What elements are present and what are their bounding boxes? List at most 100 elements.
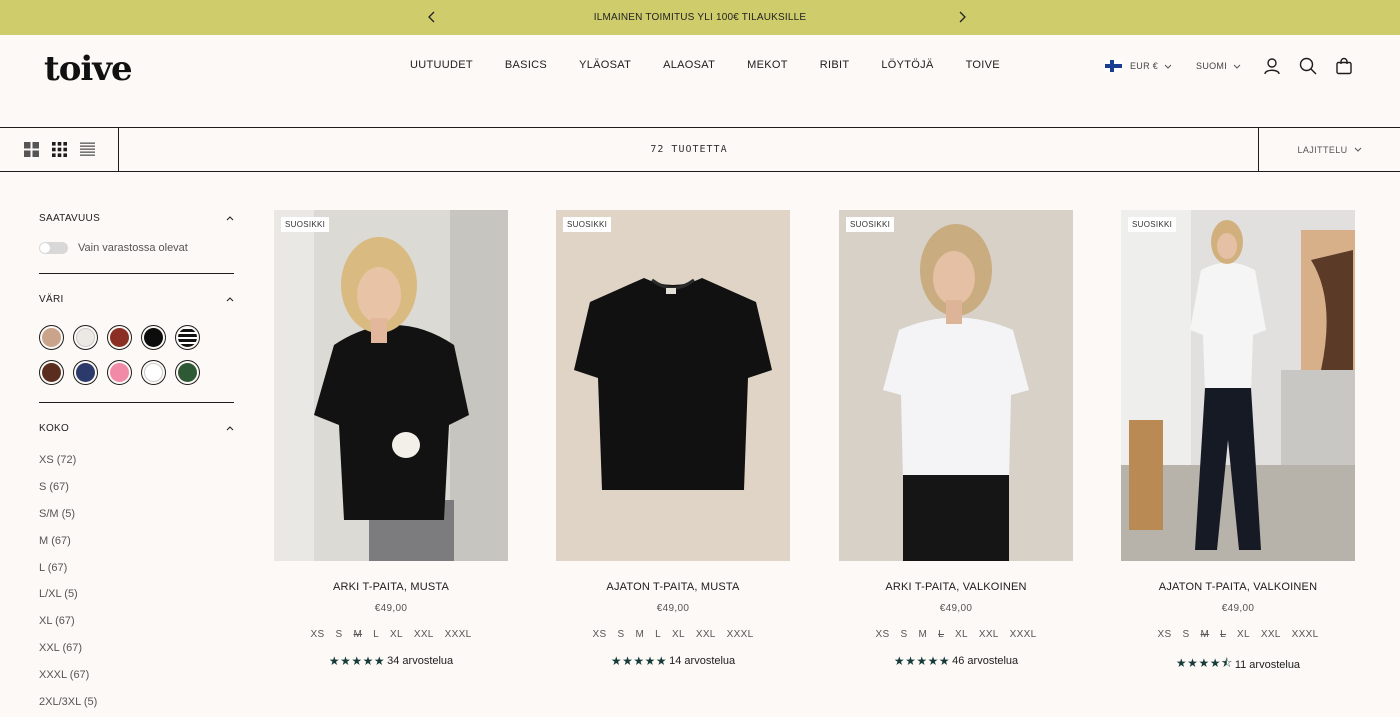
logo[interactable]: toive xyxy=(44,49,133,89)
list-view-icon[interactable] xyxy=(80,142,95,157)
size-option[interactable]: L xyxy=(655,629,661,640)
product-name[interactable]: AJATON T-PAITA, MUSTA xyxy=(556,581,790,593)
size-option[interactable]: S xyxy=(336,629,343,640)
size-option[interactable]: L xyxy=(1220,629,1226,640)
currency-selector[interactable]: EUR € xyxy=(1105,60,1172,72)
size-option[interactable]: XL xyxy=(672,629,685,640)
size-option[interactable]: XXL xyxy=(1261,629,1281,640)
size-option[interactable]: XS xyxy=(311,629,325,640)
size-option[interactable]: M xyxy=(353,629,362,640)
filter-color-header[interactable]: VÄRI xyxy=(39,294,234,305)
color-swatches xyxy=(39,325,234,385)
product-card[interactable]: SUOSIKKI AJATON T-PAITA, VALKOINEN €49,0… xyxy=(1121,210,1355,675)
color-swatch[interactable] xyxy=(175,325,200,350)
size-option[interactable]: L xyxy=(373,629,379,640)
color-swatch[interactable] xyxy=(141,360,166,385)
size-option[interactable]: XXL xyxy=(414,629,434,640)
filter-size-header[interactable]: KOKO xyxy=(39,423,234,434)
product-name[interactable]: AJATON T-PAITA, VALKOINEN xyxy=(1121,581,1355,593)
next-announcement-icon[interactable] xyxy=(953,8,971,26)
size-option[interactable]: XL xyxy=(390,629,403,640)
product-image[interactable]: SUOSIKKI xyxy=(839,210,1073,561)
size-option[interactable]: XL xyxy=(1237,629,1250,640)
size-option[interactable]: XXXL xyxy=(1010,629,1037,640)
review-count[interactable]: 11 arvostelua xyxy=(1235,659,1300,671)
cart-icon[interactable] xyxy=(1335,57,1353,75)
size-option[interactable]: M xyxy=(918,629,927,640)
size-option[interactable]: M xyxy=(1200,629,1209,640)
color-swatch[interactable] xyxy=(141,325,166,350)
color-swatch[interactable] xyxy=(73,360,98,385)
size-filter-option[interactable]: XL (67) xyxy=(39,608,234,635)
color-swatch[interactable] xyxy=(107,325,132,350)
nav-ylaosat[interactable]: YLÄOSAT xyxy=(579,59,631,71)
product-rating: ★★★★★ 46 arvostelua xyxy=(839,654,1073,668)
size-filter-option[interactable]: XXL (67) xyxy=(39,635,234,662)
sort-dropdown[interactable]: LAJITTELU xyxy=(1258,128,1400,171)
size-filter-option[interactable]: S (67) xyxy=(39,474,234,501)
size-option[interactable]: XXL xyxy=(979,629,999,640)
size-option[interactable]: XXXL xyxy=(1292,629,1319,640)
size-option[interactable]: S xyxy=(618,629,625,640)
grid-small-icon[interactable] xyxy=(52,142,67,157)
size-filter-option[interactable]: XXXL (67) xyxy=(39,661,234,688)
announcement-bar: ILMAINEN TOIMITUS YLI 100€ TILAUKSILLE xyxy=(0,0,1400,35)
prev-announcement-icon[interactable] xyxy=(423,8,441,26)
size-option[interactable]: XXL xyxy=(696,629,716,640)
size-option[interactable]: M xyxy=(635,629,644,640)
color-swatch[interactable] xyxy=(39,325,64,350)
account-icon[interactable] xyxy=(1263,57,1281,75)
nav-mekot[interactable]: MEKOT xyxy=(747,59,788,71)
size-option[interactable]: XXXL xyxy=(727,629,754,640)
size-option[interactable]: XS xyxy=(876,629,890,640)
size-filter-option[interactable]: S/M (5) xyxy=(39,501,234,528)
product-card[interactable]: SUOSIKKI ARKI T-PAITA, VALKOINEN €49,00 … xyxy=(839,210,1073,668)
size-option[interactable]: XS xyxy=(593,629,607,640)
size-filter-option[interactable]: L/XL (5) xyxy=(39,581,234,608)
color-swatch[interactable] xyxy=(107,360,132,385)
grid-large-icon[interactable] xyxy=(24,142,39,157)
color-swatch[interactable] xyxy=(73,325,98,350)
chevron-up-icon xyxy=(226,426,234,431)
nav-basics[interactable]: BASICS xyxy=(505,59,547,71)
review-count[interactable]: 14 arvostelua xyxy=(669,655,735,667)
size-option[interactable]: XXXL xyxy=(445,629,472,640)
filter-availability-header[interactable]: SAATAVUUS xyxy=(39,213,234,224)
size-option[interactable]: S xyxy=(901,629,908,640)
color-swatch[interactable] xyxy=(175,360,200,385)
favorite-badge: SUOSIKKI xyxy=(1128,217,1177,232)
review-count[interactable]: 46 arvostelua xyxy=(952,655,1018,667)
product-image[interactable]: SUOSIKKI xyxy=(1121,210,1355,561)
color-swatch-fill xyxy=(144,363,163,382)
size-filter-option[interactable]: M (67) xyxy=(39,527,234,554)
nav-ribit[interactable]: RIBIT xyxy=(820,59,850,71)
product-name[interactable]: ARKI T-PAITA, VALKOINEN xyxy=(839,581,1073,593)
size-option[interactable]: XL xyxy=(955,629,968,640)
language-selector[interactable]: SUOMI xyxy=(1196,61,1241,71)
star-rating-icon: ★★★★★ xyxy=(893,654,951,668)
size-filter-option[interactable]: L (67) xyxy=(39,554,234,581)
filter-title: KOKO xyxy=(39,423,70,434)
review-count[interactable]: 34 arvostelua xyxy=(387,655,453,667)
size-option[interactable]: XS xyxy=(1158,629,1172,640)
size-filter-option[interactable]: XS (72) xyxy=(39,447,234,474)
search-icon[interactable] xyxy=(1299,57,1317,75)
size-option[interactable]: S xyxy=(1183,629,1190,640)
size-filter-option[interactable]: 2XL/3XL (5) xyxy=(39,688,234,715)
product-card[interactable]: SUOSIKKI ARKI T-PAITA, MUSTA €49,00 XS S M… xyxy=(274,210,508,668)
product-image[interactable]: SUOSIKKI xyxy=(274,210,508,561)
size-option[interactable]: L xyxy=(938,629,944,640)
collection-toolbar: 72 TUOTETTA LAJITTELU xyxy=(0,127,1400,172)
product-image[interactable]: SUOSIKKI xyxy=(556,210,790,561)
size-filter-list: XS (72) S (67) S/M (5) M (67) L (67) L/X… xyxy=(39,447,234,715)
product-name[interactable]: ARKI T-PAITA, MUSTA xyxy=(274,581,508,593)
product-card[interactable]: SUOSIKKI AJATON T-PAITA, MUSTA €49,00 XS… xyxy=(556,210,790,668)
color-swatch-fill xyxy=(76,363,95,382)
nav-toive[interactable]: TOIVE xyxy=(966,59,1000,71)
site-header: toive UUTUUDET BASICS YLÄOSAT ALAOSAT ME… xyxy=(0,35,1400,127)
color-swatch[interactable] xyxy=(39,360,64,385)
nav-loytoja[interactable]: LÖYTÖJÄ xyxy=(881,59,933,71)
in-stock-toggle[interactable] xyxy=(39,242,68,254)
nav-uutuudet[interactable]: UUTUUDET xyxy=(410,59,473,71)
nav-alaosat[interactable]: ALAOSAT xyxy=(663,59,715,71)
